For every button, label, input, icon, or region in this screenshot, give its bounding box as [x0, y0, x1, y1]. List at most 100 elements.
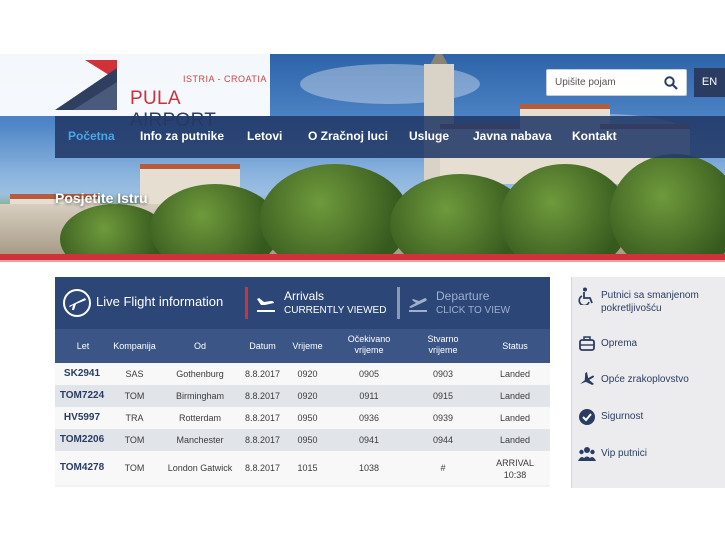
flight-panel-header: Live Flight information Arrivals CURRENT…	[55, 277, 550, 329]
nav-item-javna-nabava[interactable]: Javna nabava	[473, 129, 552, 143]
cell-stvarno: 0915	[432, 391, 454, 401]
arrivals-indicator	[245, 287, 248, 319]
cell-ocekivano: 0936	[358, 413, 380, 423]
search-icon[interactable]	[664, 76, 678, 90]
cell-ocekivano: 0905	[358, 369, 380, 379]
cell-od: London Gatwick	[167, 463, 233, 473]
col-kompanija: Kompanija	[113, 341, 156, 351]
check-badge-icon	[579, 409, 595, 425]
cell-let[interactable]: SK2941	[58, 368, 106, 379]
cell-datum: 8.8.2017	[244, 413, 281, 423]
sidebar-item-label: Opće zrakoplovstvo	[601, 374, 689, 385]
nav-item-kontakt[interactable]: Kontakt	[572, 129, 617, 143]
wheelchair-icon	[578, 287, 593, 305]
sidebar-item-label: Oprema	[601, 338, 638, 349]
cell-status: ARRIVAL 10:38	[496, 458, 534, 480]
cell-od: Manchester	[176, 435, 224, 445]
nav-item-usluge[interactable]: Usluge	[409, 129, 449, 143]
cell-ocekivano: 0911	[359, 391, 379, 401]
cell-stvarno: 0944	[432, 435, 454, 445]
red-divider-thin	[0, 260, 725, 262]
cell-kompanija: TOM	[124, 391, 145, 401]
cell-vrijeme: 0950	[297, 413, 318, 423]
cell-od: Birmingham	[175, 391, 224, 401]
cell-kompanija: TOM	[124, 435, 145, 445]
sidebar-item-label: Sigurnost	[601, 411, 644, 422]
luggage-icon	[579, 336, 595, 351]
main-nav: Početna Info za putnike Letovi O Zračnoj…	[55, 116, 725, 158]
cell-ocekivano: 1038	[358, 463, 380, 473]
search-placeholder: Upišite pojam	[555, 77, 616, 88]
arrivals-status: CURRENTLY VIEWED	[284, 305, 387, 316]
sidebar: Putnici sa smanjenom pokretljivošću Opre…	[571, 277, 725, 488]
cell-datum: 8.8.2017	[244, 435, 281, 445]
cell-let[interactable]: TOM4278	[58, 462, 106, 473]
plane-icon	[580, 371, 594, 386]
sidebar-item-oprema[interactable]: Oprema	[578, 335, 723, 355]
sidebar-item-label: Vip putnici	[601, 448, 647, 459]
cell-vrijeme: 1015	[297, 463, 318, 473]
nav-item-o-zracnoj-luci[interactable]: O Zračnoj luci	[308, 129, 388, 143]
cell-vrijeme: 0920	[297, 391, 318, 401]
sidebar-item-label: Putnici sa smanjenom pokretljivošću	[601, 290, 699, 314]
plane-circle-icon	[63, 289, 91, 317]
departure-indicator	[397, 287, 400, 319]
cell-kompanija: TOM	[124, 463, 145, 473]
table-row[interactable]: TOM7224 TOM Birmingham 8.8.2017 0920 091…	[55, 385, 550, 407]
sidebar-item-sigurnost[interactable]: Sigurnost	[578, 408, 723, 428]
cell-datum: 8.8.2017	[244, 463, 281, 473]
hero-banner: ISTRIA - CROATIA PULA AIRPORT Upišite po…	[0, 54, 725, 254]
sidebar-item-reduced-mobility[interactable]: Putnici sa smanjenom pokretljivošću	[578, 287, 723, 317]
cell-datum: 8.8.2017	[244, 391, 281, 401]
sidebar-item-vip-putnici[interactable]: Vip putnici	[578, 445, 723, 465]
departure-hint[interactable]: CLICK TO VIEW	[436, 305, 510, 316]
nav-item-letovi[interactable]: Letovi	[247, 129, 282, 143]
col-status: Status	[502, 341, 528, 351]
departure-icon	[409, 298, 427, 312]
search-input[interactable]: Upišite pojam	[546, 69, 687, 96]
cell-let[interactable]: HV5997	[58, 412, 106, 423]
departure-tab[interactable]: Departure	[436, 289, 489, 303]
cell-vrijeme: 0920	[297, 369, 318, 379]
logo-subtitle: ISTRIA - CROATIA	[183, 74, 267, 84]
cell-status: Landed	[499, 391, 531, 401]
red-divider	[0, 254, 725, 262]
logo-mark-icon	[55, 60, 117, 110]
cell-od: Rotterdam	[178, 413, 222, 423]
cell-let[interactable]: TOM7224	[58, 390, 106, 401]
table-row[interactable]: HV5997 TRA Rotterdam 8.8.2017 0950 0936 …	[55, 407, 550, 429]
cell-ocekivano: 0941	[358, 435, 380, 445]
hero-title: Posjetite Istru	[55, 190, 148, 206]
col-datum: Datum	[249, 341, 276, 351]
cell-datum: 8.8.2017	[244, 369, 281, 379]
col-ocekivano-vrijeme: Očekivano vrijeme	[347, 334, 391, 355]
logo-name-pula: PULA	[130, 88, 180, 109]
page: ISTRIA - CROATIA PULA AIRPORT Upišite po…	[0, 0, 725, 543]
col-od: Od	[193, 341, 206, 351]
tree	[260, 164, 410, 254]
table-header: Let Kompanija Od Datum Vrijeme Očekivano…	[55, 329, 550, 363]
cell-stvarno: 0903	[432, 369, 454, 379]
col-let: Let	[76, 341, 90, 351]
cell-stvarno: 0939	[432, 413, 454, 423]
nav-item-pocetna[interactable]: Početna	[68, 129, 115, 143]
table-row[interactable]: TOM2206 TOM Manchester 8.8.2017 0950 094…	[55, 429, 550, 451]
cell-status: Landed	[499, 413, 531, 423]
cell-status: Landed	[499, 435, 531, 445]
cell-vrijeme: 0950	[297, 435, 318, 445]
plane-icon	[69, 298, 86, 310]
sidebar-item-opce-zrakoplovstvo[interactable]: Opće zrakoplovstvo	[578, 371, 723, 391]
table-row[interactable]: SK2941 SAS Gothenburg 8.8.2017 0920 0905…	[55, 363, 550, 385]
cell-let[interactable]: TOM2206	[58, 434, 106, 445]
language-switch-button[interactable]: EN	[694, 68, 725, 97]
arrivals-tab[interactable]: Arrivals	[284, 289, 324, 303]
cell-status: Landed	[499, 369, 531, 379]
cell-kompanija: TRA	[125, 413, 144, 423]
cell-kompanija: SAS	[125, 369, 144, 379]
logo[interactable]: ISTRIA - CROATIA PULA AIRPORT	[0, 54, 270, 131]
group-icon	[578, 447, 596, 461]
live-flight-label: Live Flight information	[96, 294, 224, 309]
col-stvarno-vrijeme: Stvarno vrijeme	[427, 334, 459, 355]
table-row[interactable]: TOM4278 TOM London Gatwick 8.8.2017 1015…	[55, 451, 550, 485]
nav-item-info-za-putnike[interactable]: Info za putnike	[140, 129, 224, 143]
